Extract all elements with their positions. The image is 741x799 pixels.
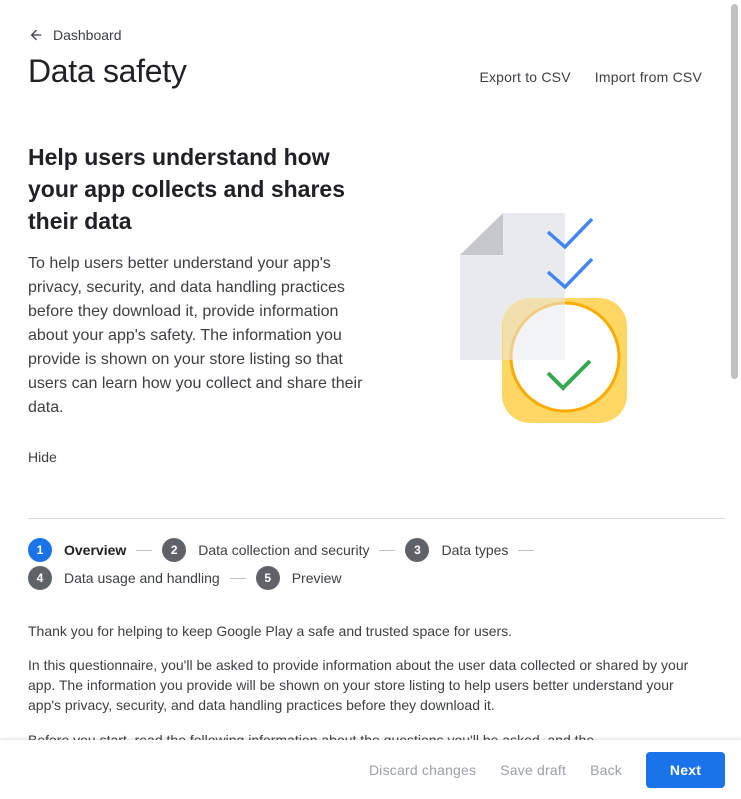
step-overview[interactable]: 1 Overview bbox=[28, 538, 126, 562]
page-title: Data safety bbox=[28, 53, 187, 89]
discard-changes-button[interactable]: Discard changes bbox=[357, 752, 488, 788]
hide-intro-button[interactable]: Hide bbox=[28, 449, 57, 465]
step-number: 4 bbox=[28, 566, 52, 590]
arrow-back-icon bbox=[30, 29, 42, 41]
step-data-usage[interactable]: 4 Data usage and handling bbox=[28, 566, 220, 590]
step-label: Overview bbox=[64, 542, 127, 558]
step-number: 2 bbox=[162, 538, 187, 562]
step-connector bbox=[229, 577, 246, 579]
main-content: Dashboard Data safety Export to CSV Impo… bbox=[0, 0, 729, 740]
data-safety-illustration bbox=[460, 213, 627, 423]
stepper: 1 Overview 2 Data collection and securit… bbox=[28, 538, 544, 562]
step-preview[interactable]: 5 Preview bbox=[255, 566, 342, 590]
back-to-dashboard-link[interactable]: Dashboard bbox=[28, 27, 122, 43]
step-data-collection[interactable]: 2 Data collection and security bbox=[162, 538, 369, 562]
step-label: Preview bbox=[291, 570, 342, 586]
intro-description: To help users better understand your app… bbox=[28, 255, 363, 416]
intro-heading: Help users understand how your app colle… bbox=[28, 144, 346, 234]
overview-paragraph-2: In this questionnaire, you'll be asked t… bbox=[28, 657, 689, 713]
back-link-label: Dashboard bbox=[53, 27, 122, 43]
step-label: Data collection and security bbox=[198, 542, 370, 558]
shield-badge-icon bbox=[502, 298, 627, 423]
stepper-row-2: 4 Data usage and handling 5 Preview bbox=[28, 566, 341, 590]
step-connector bbox=[379, 549, 396, 551]
section-divider bbox=[28, 518, 726, 519]
step-number: 3 bbox=[405, 538, 430, 562]
save-draft-button[interactable]: Save draft bbox=[488, 752, 578, 788]
page-scrollbar[interactable] bbox=[729, 0, 741, 740]
overview-paragraph-1: Thank you for helping to keep Google Pla… bbox=[28, 623, 513, 639]
step-number: 1 bbox=[28, 538, 52, 562]
step-label: Data types bbox=[441, 542, 509, 558]
import-csv-button[interactable]: Import from CSV bbox=[595, 69, 702, 85]
back-button[interactable]: Back bbox=[578, 752, 634, 788]
overview-paragraph-3: Before you start, read the following inf… bbox=[28, 732, 595, 740]
footer-action-bar: Discard changes Save draft Back Next bbox=[0, 740, 741, 799]
export-csv-button[interactable]: Export to CSV bbox=[479, 69, 570, 85]
step-data-types[interactable]: 3 Data types bbox=[405, 538, 508, 562]
step-connector bbox=[518, 549, 535, 551]
header-actions: Export to CSV Import from CSV bbox=[479, 69, 702, 85]
step-connector bbox=[136, 549, 153, 551]
step-label: Data usage and handling bbox=[64, 570, 220, 586]
next-button[interactable]: Next bbox=[646, 751, 725, 788]
scrollbar-thumb[interactable] bbox=[731, 4, 738, 379]
step-number: 5 bbox=[255, 566, 280, 590]
